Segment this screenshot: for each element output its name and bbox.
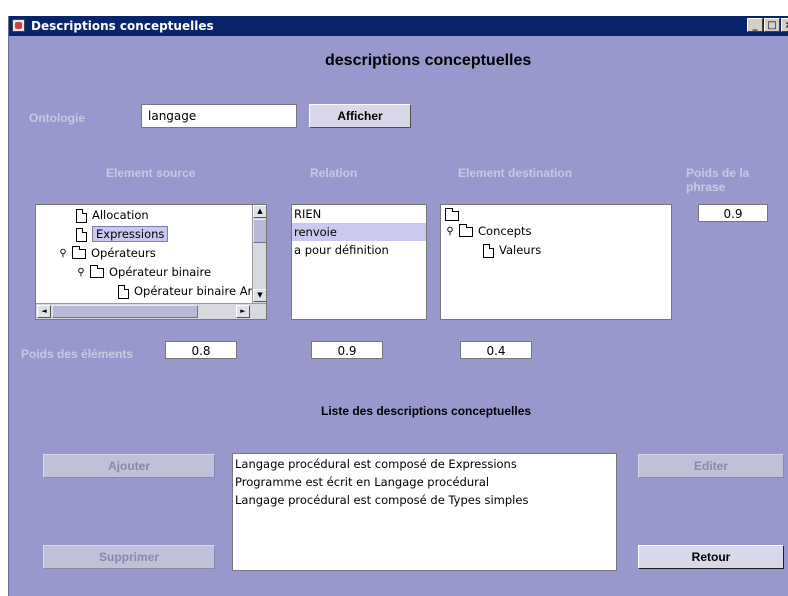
- source-tree[interactable]: Allocation Expressions ⚲ Opérateurs ⚲ Opér…: [35, 204, 267, 320]
- element-source-label: Element source: [106, 166, 196, 180]
- maximize-button[interactable]: □: [764, 18, 780, 32]
- descriptions-window: Descriptions conceptuelles _□× descripti…: [8, 16, 788, 596]
- folder-icon: [445, 207, 459, 221]
- scroll-right-icon[interactable]: ►: [236, 305, 250, 318]
- afficher-button[interactable]: Afficher: [309, 104, 411, 128]
- poids-phrase-input[interactable]: 0.9: [698, 204, 768, 222]
- retour-button[interactable]: Retour: [638, 545, 784, 569]
- tree-item-concepts[interactable]: ⚲ Concepts: [445, 222, 532, 240]
- destination-tree[interactable]: ⚲ Concepts Valeurs: [440, 204, 672, 320]
- ontologie-input[interactable]: langage: [141, 104, 297, 128]
- relation-label: Relation: [310, 166, 358, 180]
- folder-icon: [459, 223, 473, 237]
- document-icon: [76, 208, 87, 223]
- description-item[interactable]: Langage procédural est composé de Types …: [233, 491, 616, 509]
- source-vertical-scrollbar[interactable]: ▲ ▼: [252, 205, 266, 303]
- page-heading: descriptions conceptuelles: [325, 52, 532, 69]
- description-item[interactable]: Programme est écrit en Langage procédura…: [233, 473, 616, 491]
- relation-item-definition[interactable]: a pour définition: [292, 241, 426, 259]
- tree-item-operateurs[interactable]: ⚲ Opérateurs: [58, 244, 156, 262]
- tree-item-operateur-binaire[interactable]: ⚲ Opérateur binaire: [76, 263, 211, 281]
- scroll-thumb-h[interactable]: [52, 305, 198, 318]
- source-horizontal-scrollbar[interactable]: ◄ ►: [36, 303, 266, 319]
- relation-list[interactable]: RIEN renvoie a pour définition: [291, 204, 427, 320]
- window-controls: _□×: [746, 18, 788, 34]
- tree-item-root[interactable]: [445, 205, 464, 223]
- app-icon: [12, 19, 25, 32]
- scroll-left-icon[interactable]: ◄: [37, 305, 51, 318]
- scroll-up-icon[interactable]: ▲: [253, 205, 266, 218]
- expand-handle-icon[interactable]: ⚲: [58, 245, 68, 263]
- relation-item-renvoie[interactable]: renvoie: [292, 223, 426, 241]
- poids-relation-input[interactable]: 0.9: [311, 341, 383, 359]
- element-destination-label: Element destination: [458, 166, 573, 180]
- close-button[interactable]: ×: [781, 18, 788, 32]
- poids-phrase-label: Poids de la phrase: [686, 166, 750, 194]
- tree-item-valeurs[interactable]: Valeurs: [483, 241, 541, 259]
- description-item[interactable]: Langage procédural est composé de Expres…: [233, 455, 616, 473]
- document-icon: [76, 227, 87, 242]
- folder-icon: [72, 245, 86, 259]
- liste-title: Liste des descriptions conceptuelles: [321, 404, 532, 418]
- title-bar[interactable]: Descriptions conceptuelles _□×: [9, 16, 788, 36]
- document-icon: [118, 284, 129, 299]
- scroll-thumb[interactable]: [253, 219, 266, 243]
- relation-item-rien[interactable]: RIEN: [292, 205, 426, 223]
- document-icon: [483, 243, 494, 258]
- poids-destination-input[interactable]: 0.4: [460, 341, 532, 359]
- editer-button[interactable]: Editer: [638, 454, 784, 478]
- poids-elements-label: Poids des éléments: [21, 347, 134, 361]
- window-title: Descriptions conceptuelles: [31, 19, 214, 33]
- supprimer-button[interactable]: Supprimer: [43, 545, 215, 569]
- folder-icon: [90, 264, 104, 278]
- scroll-down-icon[interactable]: ▼: [253, 289, 266, 302]
- tree-item-expressions[interactable]: Expressions: [76, 225, 169, 243]
- expand-handle-icon[interactable]: ⚲: [76, 264, 86, 282]
- minimize-button[interactable]: _: [747, 18, 763, 32]
- descriptions-list[interactable]: Langage procédural est composé de Expres…: [232, 453, 617, 571]
- ontologie-label: Ontologie: [29, 111, 85, 125]
- tree-item-operateur-binaire-arit[interactable]: Opérateur binaire Arit: [118, 282, 260, 300]
- tree-item-allocation[interactable]: Allocation: [76, 206, 149, 224]
- ajouter-button[interactable]: Ajouter: [43, 454, 215, 478]
- expand-handle-icon[interactable]: ⚲: [445, 223, 455, 241]
- poids-source-input[interactable]: 0.8: [165, 341, 237, 359]
